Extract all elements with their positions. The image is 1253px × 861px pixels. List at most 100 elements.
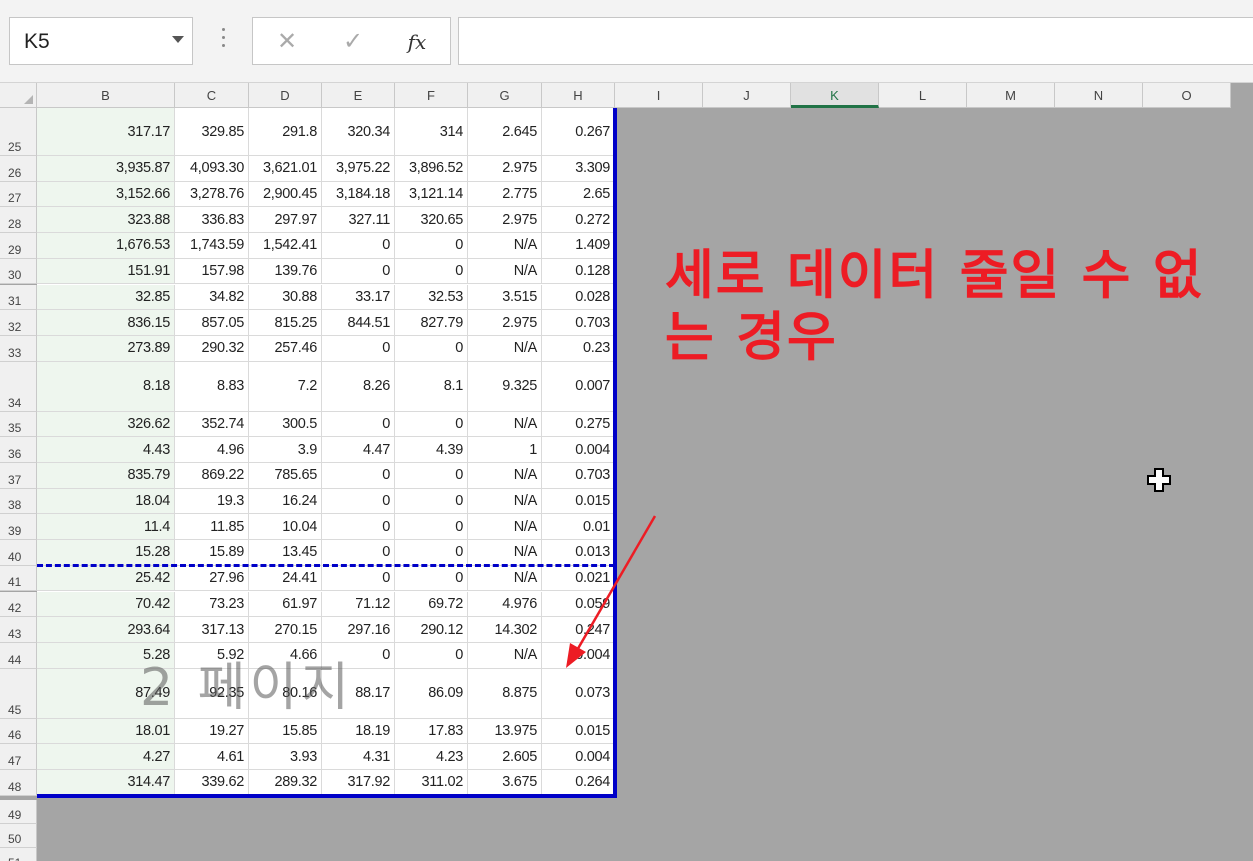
cell-c26[interactable]: 4,093.30: [175, 156, 249, 182]
cell-f36[interactable]: 4.39: [395, 437, 468, 463]
cell-e43[interactable]: 297.16: [322, 617, 395, 643]
cell-b32[interactable]: 836.15: [37, 310, 175, 336]
cell-b47[interactable]: 4.27: [37, 744, 175, 770]
cell-e48[interactable]: 317.92: [322, 770, 395, 796]
cell-d31[interactable]: 30.88: [249, 284, 322, 311]
cell-g30[interactable]: N/A: [468, 258, 542, 285]
cell-f45[interactable]: 86.09: [395, 668, 468, 719]
cell-h27[interactable]: 2.65: [542, 181, 615, 208]
cell-d36[interactable]: 3.9: [249, 437, 322, 463]
cell-c32[interactable]: 857.05: [175, 310, 249, 336]
cell-b34[interactable]: 8.18: [37, 361, 175, 412]
cell-c40[interactable]: 15.89: [175, 540, 249, 566]
cell-d46[interactable]: 15.85: [249, 718, 322, 745]
cell-b25[interactable]: 317.17: [37, 108, 175, 156]
chevron-down-icon[interactable]: [172, 36, 184, 43]
cell-b46[interactable]: 18.01: [37, 718, 175, 745]
more-options-icon[interactable]: [222, 28, 225, 50]
cell-b36[interactable]: 4.43: [37, 437, 175, 463]
cell-f32[interactable]: 827.79: [395, 310, 468, 336]
cell-d43[interactable]: 270.15: [249, 617, 322, 643]
cell-d37[interactable]: 785.65: [249, 463, 322, 489]
column-header-k[interactable]: K: [791, 83, 879, 108]
cell-e31[interactable]: 33.17: [322, 284, 395, 311]
row-header-37[interactable]: 37: [0, 463, 37, 489]
cell-g34[interactable]: 9.325: [468, 361, 542, 412]
cell-h38[interactable]: 0.015: [542, 488, 615, 515]
cell-h30[interactable]: 0.128: [542, 258, 615, 285]
cell-e37[interactable]: 0: [322, 463, 395, 489]
row-header-48[interactable]: 48: [0, 770, 37, 796]
cell-d38[interactable]: 16.24: [249, 488, 322, 515]
cell-b43[interactable]: 293.64: [37, 617, 175, 643]
cell-f41[interactable]: 0: [395, 565, 468, 592]
column-header-e[interactable]: E: [322, 83, 395, 108]
cell-c34[interactable]: 8.83: [175, 361, 249, 412]
cell-c25[interactable]: 329.85: [175, 108, 249, 156]
row-header-35[interactable]: 35: [0, 411, 37, 438]
cell-e40[interactable]: 0: [322, 540, 395, 566]
cell-e36[interactable]: 4.47: [322, 437, 395, 463]
cell-h41[interactable]: 0.021: [542, 565, 615, 592]
cell-d30[interactable]: 139.76: [249, 258, 322, 285]
cell-c38[interactable]: 19.3: [175, 488, 249, 515]
row-header-49[interactable]: 49: [0, 799, 37, 824]
cell-b39[interactable]: 11.4: [37, 514, 175, 541]
column-header-f[interactable]: F: [395, 83, 468, 108]
cell-c30[interactable]: 157.98: [175, 258, 249, 285]
row-header-36[interactable]: 36: [0, 437, 37, 463]
cell-d41[interactable]: 24.41: [249, 565, 322, 592]
cell-g36[interactable]: 1: [468, 437, 542, 463]
cell-g29[interactable]: N/A: [468, 233, 542, 259]
cell-c28[interactable]: 336.83: [175, 207, 249, 234]
cell-e28[interactable]: 327.11: [322, 207, 395, 234]
cell-b41[interactable]: 25.42: [37, 565, 175, 592]
column-header-l[interactable]: L: [879, 83, 967, 108]
cell-b29[interactable]: 1,676.53: [37, 233, 175, 259]
cell-d26[interactable]: 3,621.01: [249, 156, 322, 182]
column-header-i[interactable]: I: [615, 83, 703, 108]
row-header-30[interactable]: 30: [0, 258, 37, 285]
cell-f34[interactable]: 8.1: [395, 361, 468, 412]
cell-h29[interactable]: 1.409: [542, 233, 615, 259]
cell-b48[interactable]: 314.47: [37, 770, 175, 796]
cell-h26[interactable]: 3.309: [542, 156, 615, 182]
cell-b31[interactable]: 32.85: [37, 284, 175, 311]
cell-b35[interactable]: 326.62: [37, 411, 175, 438]
cell-d34[interactable]: 7.2: [249, 361, 322, 412]
row-header-31[interactable]: 31: [0, 284, 37, 311]
column-header-n[interactable]: N: [1055, 83, 1143, 108]
cell-h36[interactable]: 0.004: [542, 437, 615, 463]
row-header-50[interactable]: 50: [0, 823, 37, 848]
cell-g41[interactable]: N/A: [468, 565, 542, 592]
cell-h44[interactable]: 0.004: [542, 642, 615, 669]
cell-f33[interactable]: 0: [395, 335, 468, 362]
cell-g42[interactable]: 4.976: [468, 591, 542, 618]
worksheet-grid[interactable]: 317.17 329.85 291.8 320.34 314 2.645 0.267 3,93…: [0, 83, 1253, 861]
cell-g27[interactable]: 2.775: [468, 181, 542, 208]
cell-e29[interactable]: 0: [322, 233, 395, 259]
cell-h37[interactable]: 0.703: [542, 463, 615, 489]
name-box[interactable]: K5: [9, 17, 193, 65]
cell-c39[interactable]: 11.85: [175, 514, 249, 541]
enter-icon[interactable]: ✓: [337, 26, 369, 58]
cell-e34[interactable]: 8.26: [322, 361, 395, 412]
cell-f25[interactable]: 314: [395, 108, 468, 156]
cell-g28[interactable]: 2.975: [468, 207, 542, 234]
cell-g38[interactable]: N/A: [468, 488, 542, 515]
cell-h48[interactable]: 0.264: [542, 770, 615, 796]
cell-d33[interactable]: 257.46: [249, 335, 322, 362]
column-header-b[interactable]: B: [37, 83, 175, 108]
cell-d25[interactable]: 291.8: [249, 108, 322, 156]
row-header-44[interactable]: 44: [0, 642, 37, 669]
cell-g40[interactable]: N/A: [468, 540, 542, 566]
row-header-29[interactable]: 29: [0, 233, 37, 259]
cell-g46[interactable]: 13.975: [468, 718, 542, 745]
cell-h46[interactable]: 0.015: [542, 718, 615, 745]
cell-g39[interactable]: N/A: [468, 514, 542, 541]
cell-e33[interactable]: 0: [322, 335, 395, 362]
cell-f48[interactable]: 311.02: [395, 770, 468, 796]
cell-e39[interactable]: 0: [322, 514, 395, 541]
cell-h39[interactable]: 0.01: [542, 514, 615, 541]
cell-b28[interactable]: 323.88: [37, 207, 175, 234]
